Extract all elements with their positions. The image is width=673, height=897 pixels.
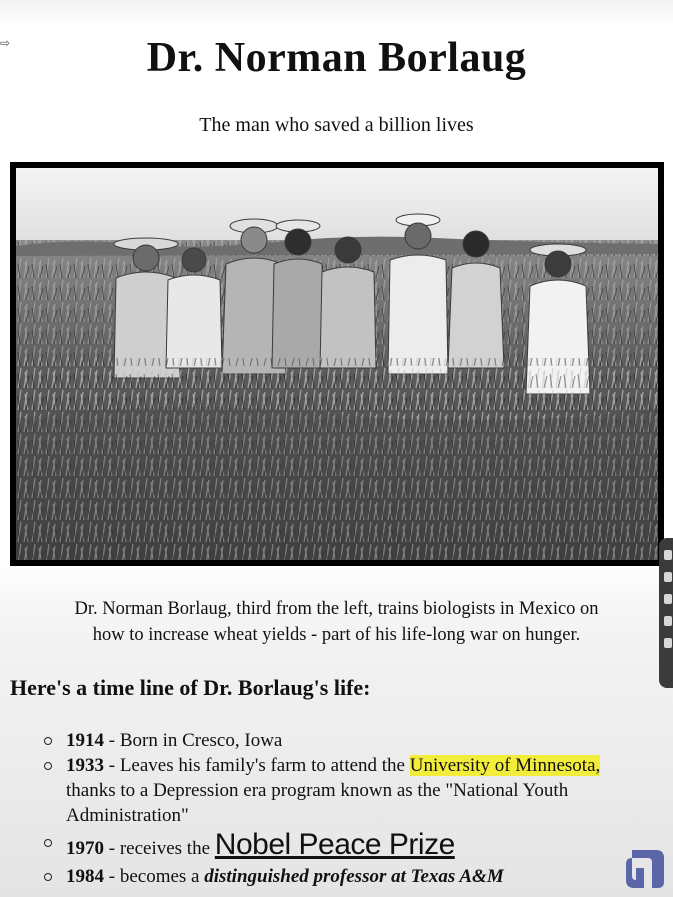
timeline-text: - Born in Cresco, Iowa (104, 730, 283, 751)
page-subtitle: The man who saved a billion lives (199, 114, 474, 136)
highlighted-university-text: University of Minnesota, (409, 755, 601, 776)
timeline-year: 1970 (66, 838, 104, 859)
photo-caption: Dr. Norman Borlaug, third from the left,… (10, 596, 663, 648)
timeline-heading: Here's a time line of Dr. Borlaug's life… (10, 675, 371, 700)
timeline-list: 1914 - Born in Cresco, Iowa 1933 - Leave… (40, 728, 640, 889)
toolbar-star-icon[interactable] (664, 550, 672, 560)
bullet-icon (44, 839, 52, 847)
timeline-year: 1914 (66, 730, 104, 751)
side-toolbar[interactable] (659, 538, 673, 688)
timeline-item-1933: 1933 - Leaves his family's farm to atten… (40, 753, 640, 828)
borlaug-photo (10, 162, 664, 566)
bullet-icon (44, 762, 52, 770)
wheat-field-photo-image (16, 168, 658, 560)
timeline-text: - Leaves his family's farm to attend the (104, 755, 410, 776)
nobel-prize-link[interactable]: Nobel Peace Prize (215, 828, 455, 861)
page-title: Dr. Norman Borlaug (146, 35, 527, 81)
timeline-year: 1933 (66, 755, 104, 776)
timeline-item-1984: 1984 - becomes a distinguished professor… (40, 864, 640, 889)
timeline-text: - becomes a (104, 866, 205, 887)
toolbar-camera-icon[interactable] (664, 572, 672, 582)
toolbar-square-icon[interactable] (664, 594, 672, 604)
timeline-text: thanks to a Depression era program known… (66, 780, 569, 826)
timeline-year: 1984 (66, 866, 104, 887)
app-logo-icon (626, 850, 664, 888)
toolbar-copy-icon[interactable] (664, 616, 672, 626)
timeline-item-1970: 1970 - receives the Nobel Peace Prize (40, 830, 640, 864)
bullet-icon (44, 873, 52, 881)
bullet-icon (44, 737, 52, 745)
timeline-item-1914: 1914 - Born in Cresco, Iowa (40, 728, 640, 753)
toolbar-gear-icon[interactable] (664, 638, 672, 648)
caption-line-1: Dr. Norman Borlaug, third from the left,… (74, 599, 599, 619)
timeline-text: - receives the (104, 838, 215, 859)
caption-line-2: how to increase wheat yields - part of h… (92, 625, 581, 645)
professor-emphasis: distinguished professor at Texas A&M (204, 866, 504, 887)
